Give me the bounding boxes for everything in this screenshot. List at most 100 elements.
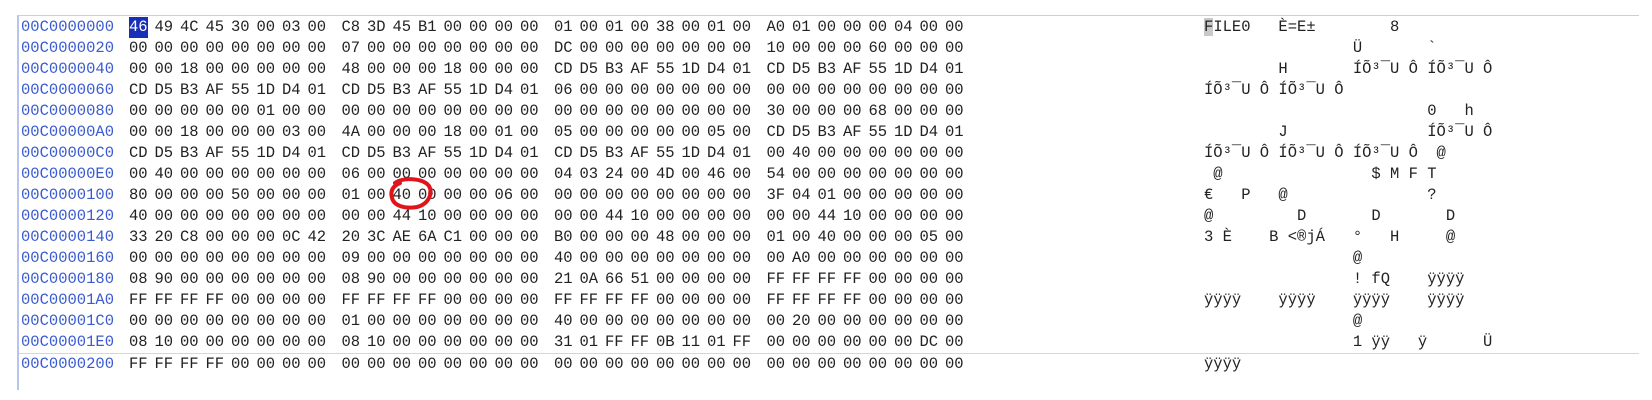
hex-byte[interactable]: DC (920, 332, 939, 353)
hex-byte[interactable]: 00 (920, 101, 939, 122)
hex-byte[interactable]: 00 (180, 185, 199, 206)
ascii-text[interactable]: @ D D D (1204, 206, 1502, 227)
hex-byte[interactable]: 00 (231, 122, 250, 143)
hex-byte[interactable]: 66 (605, 269, 624, 290)
hex-byte[interactable]: 00 (367, 248, 386, 269)
hex-byte[interactable]: 09 (342, 248, 361, 269)
hex-byte[interactable]: 00 (282, 185, 301, 206)
hex-byte[interactable]: 00 (631, 227, 650, 248)
hex-byte[interactable]: 00 (605, 354, 624, 375)
hex-byte[interactable]: 00 (308, 17, 327, 38)
hex-byte[interactable]: 00 (920, 311, 939, 332)
hex-byte[interactable]: AF (418, 80, 437, 101)
hex-byte[interactable]: 00 (656, 248, 675, 269)
hex-byte[interactable]: 00 (129, 38, 148, 59)
hex-byte[interactable]: 00 (945, 227, 964, 248)
hex-byte[interactable]: 00 (495, 311, 514, 332)
hex-byte[interactable]: 00 (206, 227, 225, 248)
hex-byte[interactable]: 00 (945, 332, 964, 353)
hex-byte[interactable]: 00 (945, 290, 964, 311)
hex-byte[interactable]: D4 (707, 59, 726, 80)
hex-byte[interactable]: 00 (920, 38, 939, 59)
hex-byte[interactable]: 00 (707, 248, 726, 269)
hex-byte[interactable]: 00 (155, 59, 174, 80)
hex-byte[interactable]: 01 (707, 17, 726, 38)
hex-byte[interactable]: 04 (792, 185, 811, 206)
hex-byte[interactable]: 00 (231, 38, 250, 59)
hex-byte[interactable]: 30 (767, 101, 786, 122)
hex-byte[interactable]: 00 (869, 227, 888, 248)
hex-byte[interactable]: FF (605, 332, 624, 353)
hex-byte[interactable]: 00 (342, 206, 361, 227)
hex-byte[interactable]: 00 (682, 269, 701, 290)
hex-byte[interactable]: 00 (231, 354, 250, 375)
hex-byte[interactable]: 03 (282, 17, 301, 38)
hex-byte[interactable]: 00 (231, 227, 250, 248)
hex-byte[interactable]: 00 (257, 38, 276, 59)
hex-byte[interactable]: CD (342, 80, 361, 101)
hex-byte[interactable]: 40 (554, 311, 573, 332)
hex-byte[interactable]: 06 (342, 164, 361, 185)
hex-byte[interactable]: 00 (767, 143, 786, 164)
hex-byte[interactable]: 00 (469, 38, 488, 59)
ascii-text[interactable]: @ (1204, 248, 1502, 269)
hex-byte[interactable]: 00 (418, 59, 437, 80)
hex-byte[interactable]: FF (843, 290, 862, 311)
hex-byte[interactable]: 00 (308, 164, 327, 185)
hex-byte[interactable]: 00 (792, 80, 811, 101)
hex-byte[interactable]: AF (418, 143, 437, 164)
hex-byte[interactable]: 01 (257, 101, 276, 122)
hex-byte[interactable]: 00 (580, 206, 599, 227)
hex-byte[interactable]: 30 (231, 17, 250, 38)
hex-byte[interactable]: 00 (605, 122, 624, 143)
hex-byte[interactable]: 00 (945, 206, 964, 227)
hex-byte[interactable]: 00 (945, 269, 964, 290)
hex-byte[interactable]: 10 (418, 206, 437, 227)
hex-byte[interactable]: 00 (257, 332, 276, 353)
hex-byte[interactable]: FF (733, 332, 752, 353)
hex-byte[interactable]: 00 (418, 354, 437, 375)
hex-byte[interactable]: 00 (282, 332, 301, 353)
hex-byte[interactable]: 00 (520, 227, 539, 248)
hex-byte[interactable]: 00 (682, 38, 701, 59)
hex-byte[interactable]: 00 (707, 101, 726, 122)
hex-byte[interactable]: 01 (605, 17, 624, 38)
hex-byte[interactable]: 00 (656, 269, 675, 290)
hex-byte[interactable]: 00 (418, 311, 437, 332)
hex-byte[interactable]: 00 (520, 38, 539, 59)
hex-byte[interactable]: 00 (206, 59, 225, 80)
hex-byte[interactable]: D5 (580, 59, 599, 80)
hex-byte[interactable]: 00 (367, 354, 386, 375)
ascii-text[interactable]: ÿÿÿÿ ÿÿÿÿ ÿÿÿÿ ÿÿÿÿ (1204, 290, 1502, 311)
hex-byte[interactable]: 55 (656, 143, 675, 164)
hex-byte[interactable]: 46 (129, 17, 148, 38)
hex-byte[interactable]: 00 (656, 354, 675, 375)
hex-byte[interactable]: 00 (257, 227, 276, 248)
hex-byte[interactable]: 00 (444, 354, 463, 375)
hex-byte[interactable]: 00 (393, 354, 412, 375)
hex-byte[interactable]: B3 (605, 59, 624, 80)
hex-byte[interactable]: 00 (206, 332, 225, 353)
hex-byte[interactable]: 00 (792, 101, 811, 122)
hex-byte[interactable]: 01 (495, 122, 514, 143)
hex-byte[interactable]: 00 (444, 290, 463, 311)
hex-byte[interactable]: 00 (282, 248, 301, 269)
hex-byte[interactable]: 00 (393, 332, 412, 353)
hex-byte[interactable]: AF (206, 80, 225, 101)
hex-byte[interactable]: 00 (554, 185, 573, 206)
hex-byte[interactable]: 00 (580, 80, 599, 101)
hex-byte[interactable]: 1D (257, 80, 276, 101)
hex-byte[interactable]: 00 (520, 354, 539, 375)
hex-byte[interactable]: 00 (308, 122, 327, 143)
hex-byte[interactable]: 00 (231, 332, 250, 353)
hex-byte[interactable]: 1D (894, 122, 913, 143)
hex-byte[interactable]: 00 (767, 206, 786, 227)
hex-byte[interactable]: 1D (682, 143, 701, 164)
hex-byte[interactable]: FF (554, 290, 573, 311)
hex-byte[interactable]: 00 (495, 206, 514, 227)
hex-byte[interactable]: D4 (495, 143, 514, 164)
hex-byte[interactable]: 00 (418, 332, 437, 353)
hex-byte[interactable]: 00 (920, 206, 939, 227)
hex-byte[interactable]: FF (631, 332, 650, 353)
hex-byte[interactable]: 00 (945, 143, 964, 164)
